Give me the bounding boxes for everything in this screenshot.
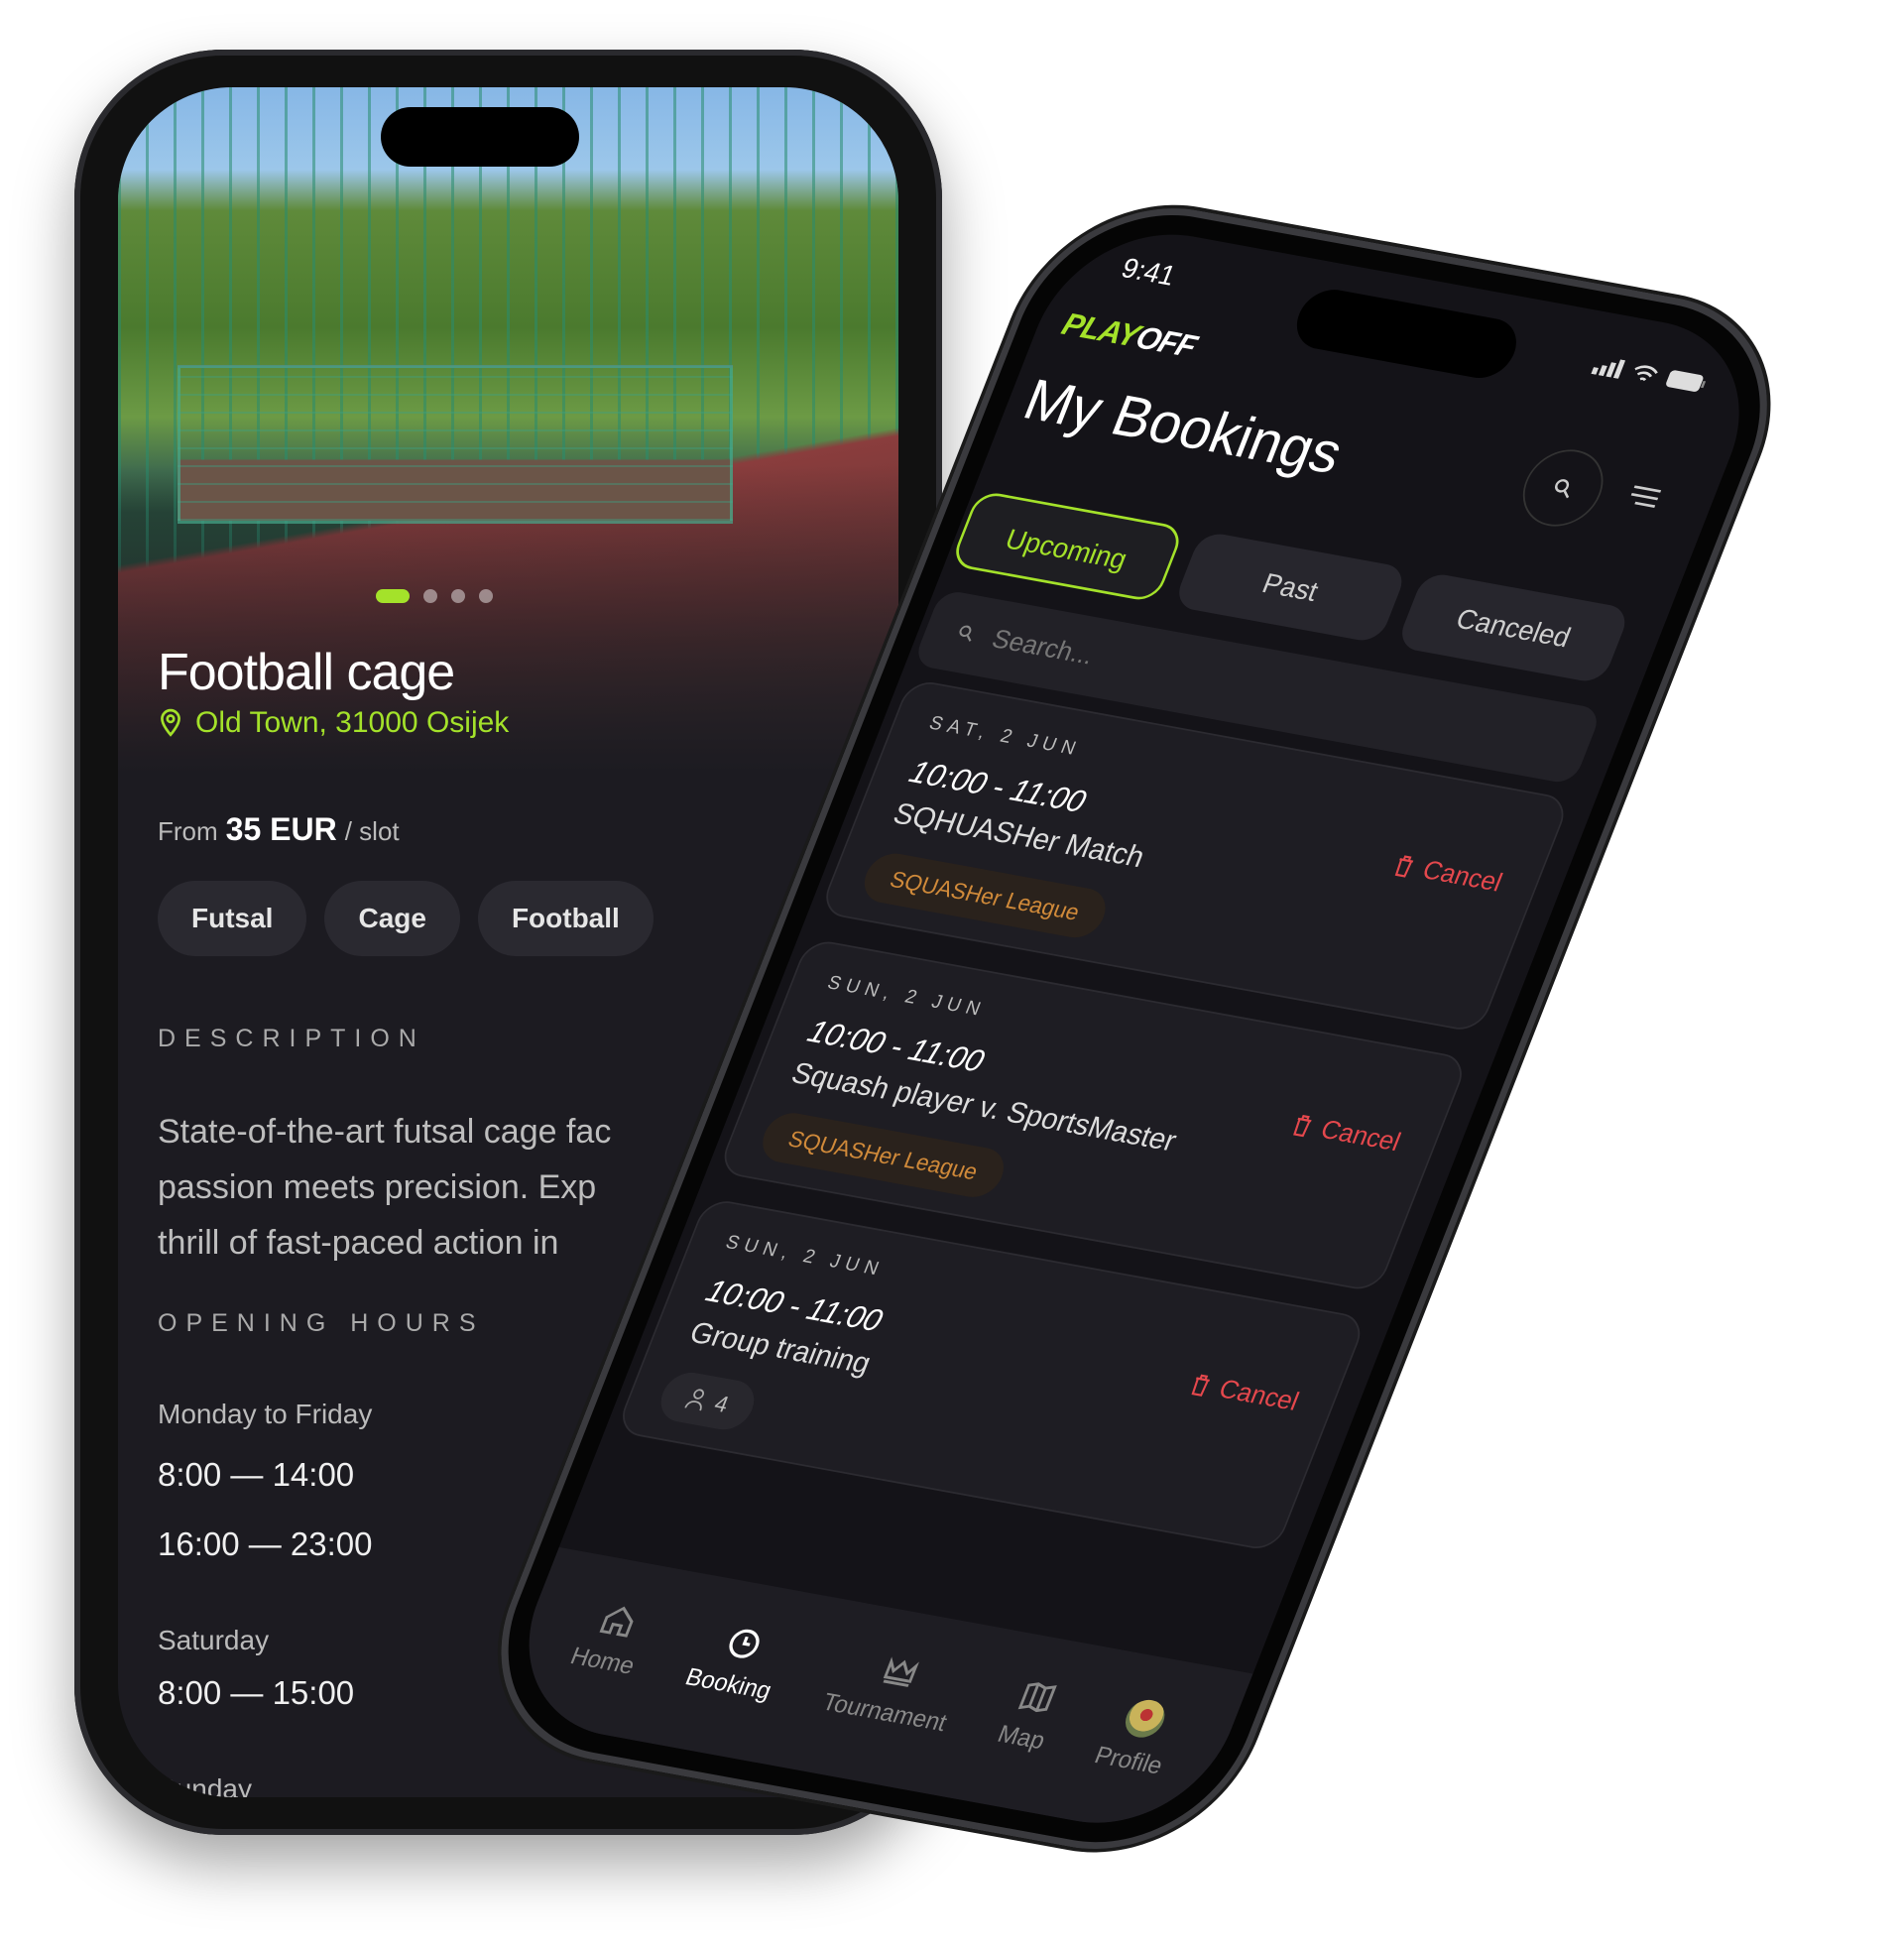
location-text: Old Town, 31000 Osijek — [195, 706, 510, 739]
nav-map[interactable]: Map — [972, 1676, 1066, 1810]
price-value: 35 EUR — [225, 811, 337, 847]
carousel-dot[interactable] — [451, 589, 465, 603]
playoff-logo: PLAYOFF — [1057, 305, 1202, 365]
price: From 35 EUR / slot — [158, 811, 400, 848]
tag-chip[interactable]: Cage — [324, 881, 460, 956]
hours-slot: 16:00 — 23:00 — [158, 1525, 373, 1562]
hours-day: Sunday — [158, 1773, 252, 1797]
tag-list: Futsal Cage Football — [158, 881, 654, 956]
tab-past[interactable]: Past — [1172, 530, 1409, 644]
signal-icon — [1591, 359, 1626, 379]
tab-canceled[interactable]: Canceled — [1395, 571, 1632, 684]
carousel-dot[interactable] — [376, 589, 410, 603]
participants-badge: 4 — [653, 1368, 763, 1434]
booking-date: SUN, 2 JUN — [722, 1230, 889, 1280]
carousel-dot[interactable] — [479, 589, 493, 603]
trash-icon — [1191, 1374, 1210, 1397]
search-placeholder: Search... — [988, 624, 1099, 671]
cancel-button[interactable]: Cancel — [1390, 850, 1506, 898]
price-prefix: From — [158, 816, 218, 846]
cancel-button[interactable]: Cancel — [1186, 1370, 1303, 1417]
cage-illustration — [178, 365, 733, 524]
logo-part: OFF — [1130, 318, 1202, 364]
crown-icon — [883, 1656, 919, 1687]
clock-icon — [729, 1629, 760, 1658]
dynamic-island — [1287, 285, 1526, 383]
nav-label: Home — [566, 1642, 640, 1679]
hours-day: Saturday — [158, 1625, 270, 1655]
search-icon — [1555, 479, 1570, 499]
home-icon — [599, 1606, 634, 1638]
nav-label: Profile — [1091, 1741, 1167, 1779]
description-heading: DESCRIPTION — [158, 1025, 425, 1052]
tab-upcoming[interactable]: Upcoming — [949, 489, 1186, 603]
nav-tournament[interactable]: Tournament — [796, 1645, 968, 1792]
nav-label: Tournament — [818, 1687, 951, 1737]
trash-icon — [1394, 855, 1413, 878]
venue-title: Football cage — [158, 644, 455, 701]
cancel-label: Cancel — [1316, 1115, 1405, 1158]
carousel-dot[interactable] — [423, 589, 437, 603]
status-time: 9:41 — [1117, 251, 1181, 292]
wifi-icon — [1634, 365, 1658, 382]
menu-icon — [1630, 485, 1662, 508]
search-button[interactable] — [1510, 443, 1615, 533]
nav-profile[interactable]: Profile — [1070, 1694, 1185, 1832]
search-icon — [959, 625, 972, 642]
battery-icon — [1666, 370, 1707, 392]
avatar — [1120, 1696, 1171, 1741]
cancel-label: Cancel — [1418, 855, 1506, 898]
tag-chip[interactable]: Futsal — [158, 881, 307, 956]
tag-chip[interactable]: Football — [477, 881, 654, 956]
cancel-button[interactable]: Cancel — [1288, 1110, 1404, 1158]
nav-label: Booking — [681, 1662, 776, 1705]
nav-home[interactable]: Home — [544, 1598, 655, 1735]
venue-location[interactable]: Old Town, 31000 Osijek — [158, 706, 509, 740]
nav-booking[interactable]: Booking — [659, 1620, 792, 1761]
map-icon — [1017, 1682, 1057, 1713]
hours-slot: 8:00 — 14:00 — [158, 1456, 355, 1493]
status-icons — [1591, 355, 1709, 394]
user-icon — [684, 1389, 704, 1411]
hours-day: Monday to Friday — [158, 1399, 373, 1429]
page-title: My Bookings — [1014, 366, 1353, 486]
dynamic-island — [381, 107, 579, 167]
opening-hours-heading: OPENING HOURS — [158, 1309, 485, 1337]
booking-date: SAT, 2 JUN — [926, 711, 1086, 761]
location-pin-icon — [161, 708, 180, 737]
cancel-label: Cancel — [1215, 1374, 1303, 1416]
nav-label: Map — [994, 1719, 1050, 1755]
logo-part: PLAY — [1057, 305, 1145, 354]
trash-icon — [1292, 1114, 1312, 1138]
booking-date: SUN, 2 JUN — [824, 970, 990, 1021]
participants-count: 4 — [710, 1390, 733, 1417]
carousel-dots[interactable] — [376, 589, 493, 603]
price-suffix: / slot — [344, 816, 400, 846]
menu-button[interactable] — [1625, 483, 1662, 514]
hours-slot: 8:00 — 15:00 — [158, 1674, 355, 1711]
